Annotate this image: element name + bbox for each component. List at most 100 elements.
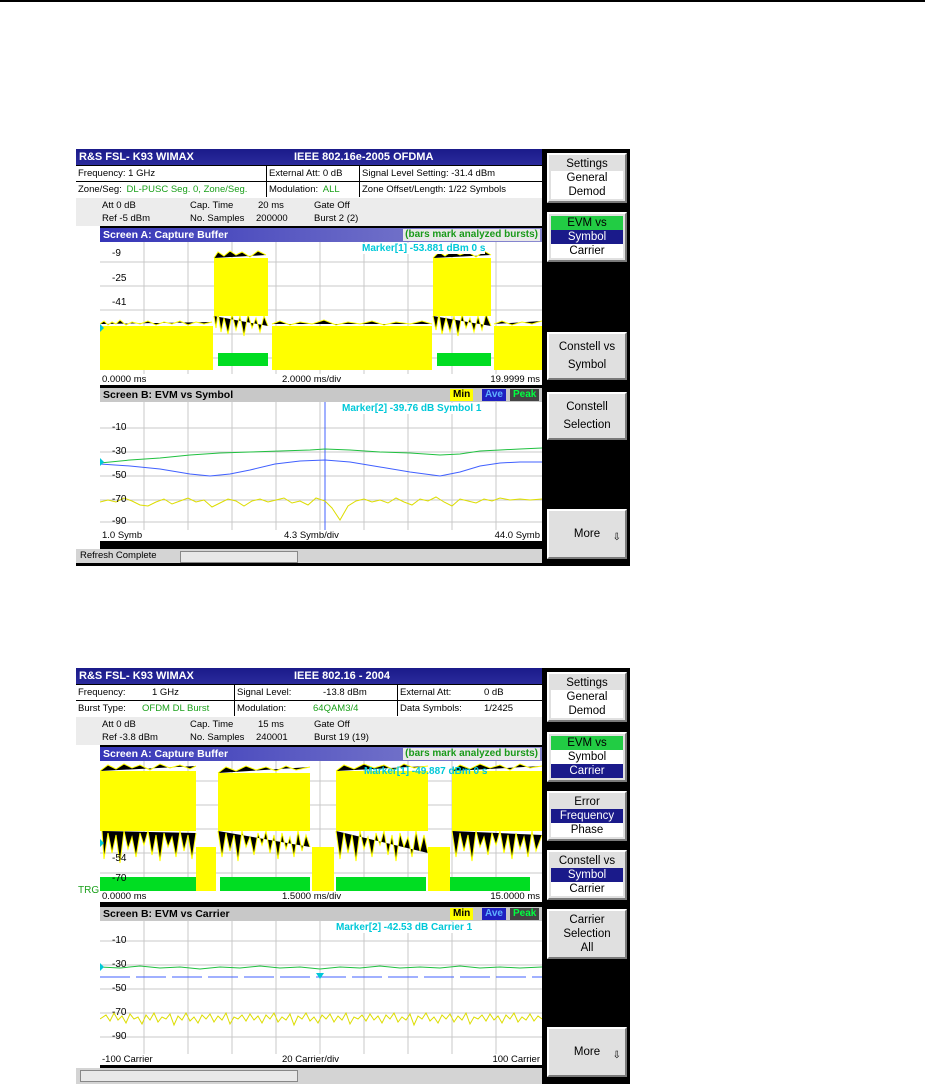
left-gutter bbox=[76, 226, 100, 553]
screen-a-title: Screen A: Capture Buffer bbox=[103, 748, 229, 760]
x-axis-end: 100 Carrier bbox=[492, 1054, 540, 1065]
carrier-selection-softkey[interactable]: Carrier Selection All bbox=[547, 909, 627, 959]
ref-param: Ref -3.8 dBm bbox=[102, 732, 158, 743]
error-softkey[interactable]: Error Frequency Phase bbox=[547, 791, 627, 841]
burst-param: Burst 2 (2) bbox=[314, 213, 359, 224]
screen-a-x-axis: 0.0000 ms 2.0000 ms/div 19.9999 ms bbox=[100, 374, 542, 385]
screen-a-title: Screen A: Capture Buffer bbox=[103, 229, 229, 241]
more-softkey[interactable]: More ⇩ bbox=[547, 509, 627, 559]
status-bar bbox=[76, 1068, 542, 1084]
y-tick-5: -90 bbox=[112, 1031, 127, 1042]
constell-vs-softkey[interactable]: Constell vs Symbol Carrier bbox=[547, 850, 627, 900]
arrow-down-icon: ⇩ bbox=[612, 1050, 621, 1061]
bars-note: (bars mark analyzed bursts) bbox=[403, 229, 540, 241]
legend-min: Min bbox=[450, 389, 474, 401]
y-tick-2: -25 bbox=[112, 273, 127, 284]
status-text: Refresh Complete bbox=[80, 550, 157, 561]
screen-b-header: Screen B: EVM vs Symbol Min Ave Peak bbox=[100, 388, 542, 402]
legend-min: Min bbox=[450, 908, 474, 920]
bars-note: (bars mark analyzed bursts) bbox=[403, 748, 540, 760]
analyzer-screen-ofdm: R&S FSL- K93 WIMAX IEEE 802.16 - 2004 Fr… bbox=[76, 668, 630, 1084]
progress-box bbox=[180, 551, 298, 563]
arrow-down-icon: ⇩ bbox=[612, 532, 621, 543]
marker-2-readout: Marker[2] -39.76 dB Symbol 1 bbox=[342, 403, 482, 414]
progress-box bbox=[80, 1070, 298, 1082]
y-tick-4: -70 bbox=[112, 494, 127, 505]
instrument-title: R&S FSL- K93 WIMAX bbox=[79, 670, 194, 682]
parameter-block: Att 0 dB Ref -5 dBm Cap. Time 20 ms No. … bbox=[76, 198, 542, 226]
screen-b-x-axis: 1.0 Symb 4.3 Symb/div 44.0 Symb bbox=[100, 530, 542, 541]
softkey-panel: Settings General Demod EVM vs Symbol Car… bbox=[542, 668, 630, 1084]
frequency-label: Frequency: bbox=[78, 687, 126, 698]
modulation-value: 64QAM3/4 bbox=[313, 703, 359, 714]
legend-ave: Ave bbox=[482, 908, 506, 920]
signal-level-field: Signal Level Setting: -31.4 dBm bbox=[362, 168, 496, 179]
screen-b-x-axis: -100 Carrier 20 Carrier/div 100 Carrier bbox=[100, 1054, 542, 1065]
marker-1-readout: Marker[1] -49.887 dBm 0 s bbox=[364, 766, 488, 777]
settings-general-demod-softkey[interactable]: Settings General Demod bbox=[547, 153, 627, 203]
cap-time-value: 15 ms bbox=[258, 719, 284, 730]
evm-vs-carrier-plot[interactable]: Marker[2] -42.53 dB Carrier 1 -10 -30 -5… bbox=[100, 921, 542, 1054]
ref-param: Ref -5 dBm bbox=[102, 213, 151, 224]
x-axis-div: 1.5000 ms/div bbox=[282, 891, 342, 902]
status-bar: Refresh Complete bbox=[76, 549, 542, 563]
softkey-panel: Settings General Demod EVM vs Symbol Car… bbox=[542, 149, 630, 566]
burst-param: Burst 19 (19) bbox=[314, 732, 369, 743]
evm-vs-softkey[interactable]: EVM vs Symbol Carrier bbox=[547, 212, 627, 262]
marker-2-readout: Marker[2] -42.53 dB Carrier 1 bbox=[336, 922, 473, 933]
x-axis-start: 0.0000 ms bbox=[102, 891, 147, 902]
info-row-2: Zone/Seg: DL-PUSC Seg. 0, Zone/Seg. Modu… bbox=[76, 181, 542, 198]
page-top-rule bbox=[0, 0, 925, 2]
y-tick-4: -70 bbox=[112, 1007, 127, 1018]
modulation-label: Modulation: bbox=[237, 703, 287, 714]
y-tick-1: -54 bbox=[112, 853, 127, 864]
more-softkey[interactable]: More ⇩ bbox=[547, 1027, 627, 1077]
info-row-1: Frequency: 1 GHz Signal Level: -13.8 dBm E… bbox=[76, 684, 542, 701]
x-axis-end: 19.9999 ms bbox=[490, 374, 540, 385]
evm-vs-softkey[interactable]: EVM vs Symbol Carrier bbox=[547, 732, 627, 782]
att-param: Att 0 dB bbox=[102, 719, 136, 730]
y-tick-2: -30 bbox=[112, 959, 127, 970]
gate-param: Gate Off bbox=[314, 719, 350, 730]
analyzer-screen-ofdma: R&S FSL- K93 WIMAX IEEE 802.16e-2005 OFD… bbox=[76, 149, 630, 566]
y-tick-2: -30 bbox=[112, 446, 127, 457]
standard-title: IEEE 802.16e-2005 OFDMA bbox=[294, 151, 434, 163]
y-tick-1: -10 bbox=[112, 422, 127, 433]
screen-b-title: Screen B: EVM vs Symbol bbox=[103, 389, 234, 401]
modulation-value: ALL bbox=[322, 184, 340, 195]
x-axis-div: 2.0000 ms/div bbox=[282, 374, 342, 385]
screen-a-header: Screen A: Capture Buffer (bars mark anal… bbox=[100, 747, 542, 761]
instrument-title: R&S FSL- K93 WIMAX bbox=[79, 151, 194, 163]
x-axis-start: -100 Carrier bbox=[102, 1054, 153, 1065]
cap-time-value: 20 ms bbox=[258, 200, 284, 211]
legend-ave: Ave bbox=[482, 389, 506, 401]
info-row-2: Burst Type: OFDM DL Burst Modulation: 64QA… bbox=[76, 700, 542, 717]
constell-vs-symbol-softkey[interactable]: Constell vs Symbol bbox=[547, 332, 627, 380]
capture-buffer-plot[interactable]: Marker[1] -49.887 dBm 0 s -54 -70 bbox=[100, 761, 542, 891]
y-tick-3: -50 bbox=[112, 983, 127, 994]
zone-label: Zone/Seg: bbox=[78, 184, 122, 195]
standard-title: IEEE 802.16 - 2004 bbox=[294, 670, 391, 682]
constell-selection-softkey[interactable]: Constell Selection bbox=[547, 392, 627, 440]
samples-value: 200000 bbox=[256, 213, 288, 224]
info-row-1: Frequency: 1 GHz External Att: 0 dB Sign… bbox=[76, 165, 542, 182]
screen-b-title: Screen B: EVM vs Carrier bbox=[103, 908, 230, 920]
signal-level-label: Signal Level: bbox=[237, 687, 292, 698]
data-symbols-label: Data Symbols: bbox=[400, 703, 462, 714]
settings-general-demod-softkey[interactable]: Settings General Demod bbox=[547, 672, 627, 722]
capture-buffer-plot[interactable]: Marker[1] -53.881 dBm 0 s -9 -25 -41 bbox=[100, 242, 542, 374]
x-axis-start: 0.0000 ms bbox=[102, 374, 147, 385]
legend-peak: Peak bbox=[510, 389, 540, 401]
signal-level-value: -13.8 dBm bbox=[323, 687, 367, 698]
marker-1-readout: Marker[1] -53.881 dBm 0 s bbox=[362, 243, 486, 254]
external-att-field: External Att: 0 dB bbox=[269, 168, 343, 179]
data-symbols-value: 1/2425 bbox=[484, 703, 514, 714]
y-tick-5: -90 bbox=[112, 516, 127, 527]
parameter-block: Att 0 dB Ref -3.8 dBm Cap. Time 15 ms No… bbox=[76, 717, 542, 745]
evm-vs-symbol-plot[interactable]: Marker[2] -39.76 dB Symbol 1 -10 -30 -50… bbox=[100, 402, 542, 530]
zone-value: DL-PUSC Seg. 0, Zone/Seg. bbox=[126, 184, 248, 195]
external-att-label: External Att: bbox=[400, 687, 452, 698]
title-bar: R&S FSL- K93 WIMAX IEEE 802.16e-2005 OFD… bbox=[76, 149, 542, 165]
burst-type-label: Burst Type: bbox=[78, 703, 126, 714]
burst-type-value: OFDM DL Burst bbox=[142, 703, 210, 714]
